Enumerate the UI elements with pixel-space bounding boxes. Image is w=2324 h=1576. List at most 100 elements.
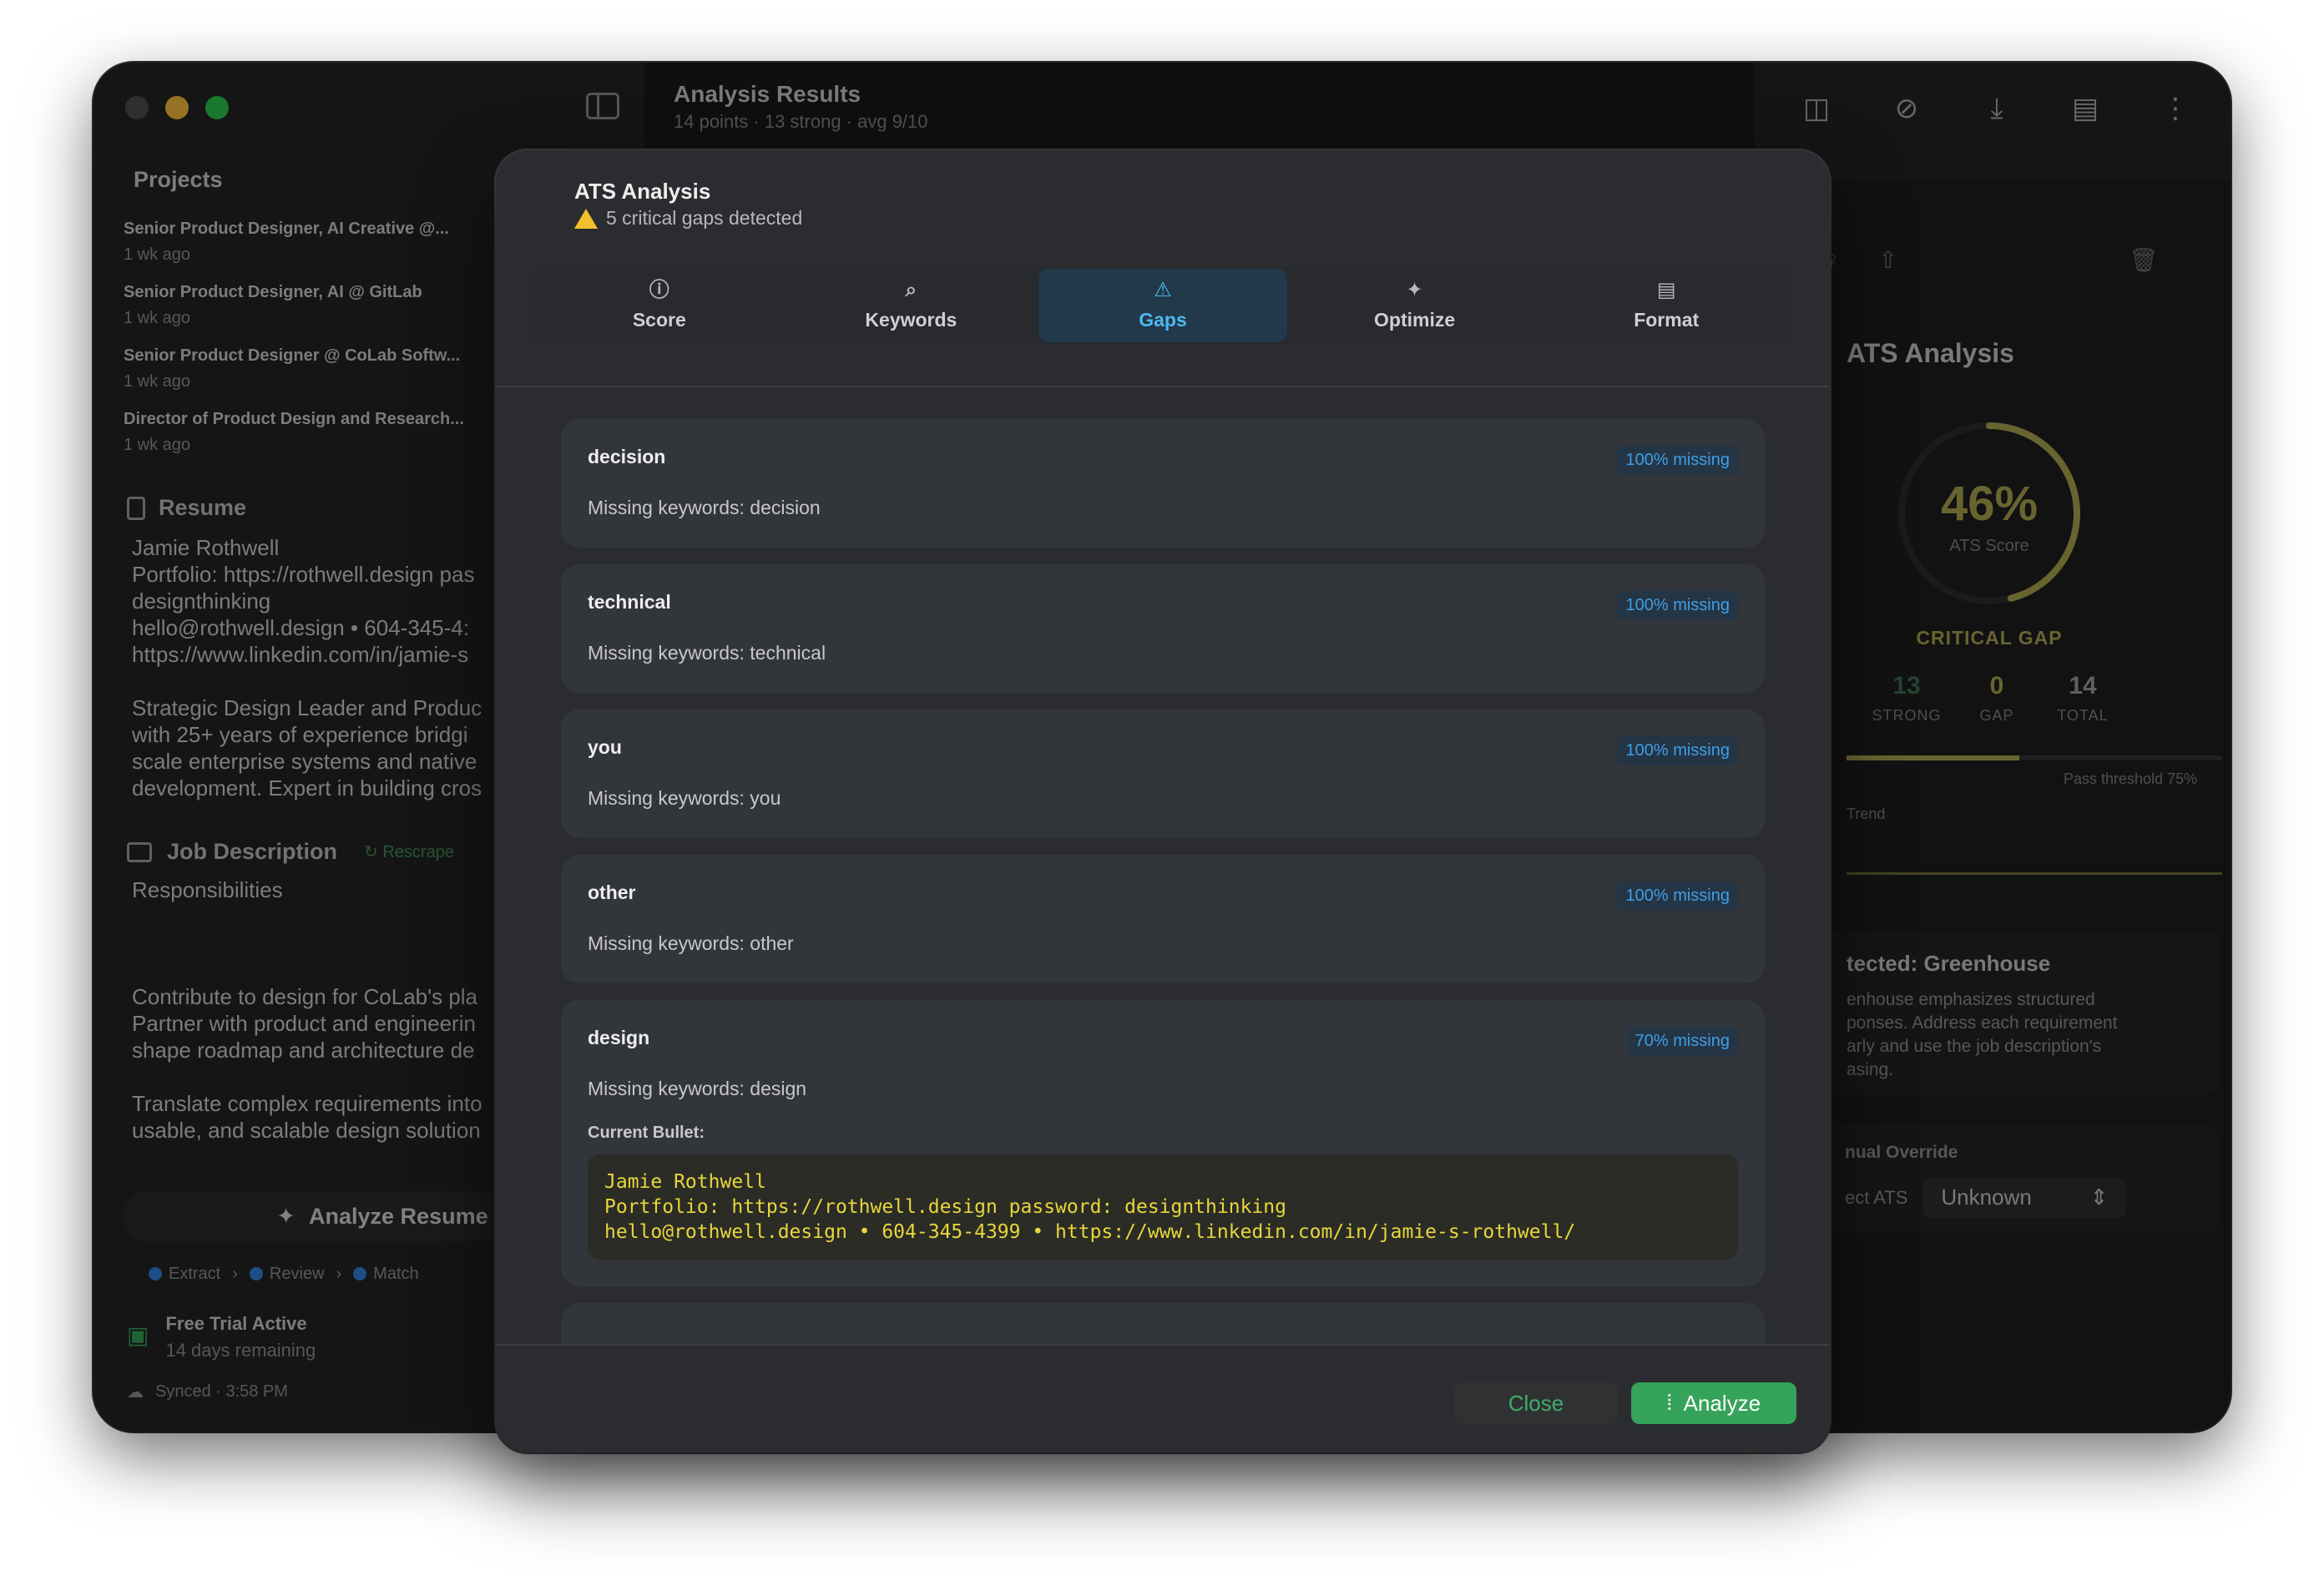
- document-icon: [127, 496, 145, 520]
- share-icon[interactable]: ⇧: [1878, 246, 1897, 274]
- window-controls: [125, 96, 229, 119]
- sidebar-toggle-icon[interactable]: [586, 93, 619, 119]
- check-icon: [353, 1267, 367, 1280]
- gap-card: other 100% missing Missing keywords: oth…: [561, 855, 1765, 983]
- stat-strong: 13 STRONG: [1857, 672, 1957, 725]
- override-label: ect ATS: [1845, 1187, 1908, 1208]
- maximize-window-button[interactable]: [205, 96, 229, 119]
- gap-description: Missing keywords: decision: [588, 497, 821, 518]
- warning-icon: [574, 208, 598, 229]
- sparkle-icon: ✦: [276, 1203, 296, 1229]
- dialog-warning: 5 critical gaps detected: [574, 207, 802, 230]
- gap-title: other: [588, 881, 636, 903]
- tab-gaps[interactable]: ⚠ Gaps: [1038, 269, 1287, 342]
- page-subtitle: 14 points · 13 strong · avg 9/10: [674, 111, 928, 132]
- progress-fill: [1847, 755, 2019, 760]
- waveform-icon: ⦙: [1666, 1390, 1672, 1415]
- step-review: Review: [249, 1265, 325, 1284]
- dialog-title: ATS Analysis: [574, 179, 711, 204]
- resume-title: Resume: [159, 495, 247, 520]
- override-title: nual Override: [1845, 1143, 1958, 1162]
- gap-card: technical 100% missing Missing keywords:…: [561, 564, 1765, 693]
- projects-title: Projects: [134, 167, 223, 192]
- score-percent: 46%: [1940, 477, 2039, 531]
- analyze-button[interactable]: ⦙ Analyze: [1631, 1382, 1796, 1424]
- stat-total: 14 TOTAL: [2045, 672, 2120, 725]
- close-button[interactable]: Close: [1454, 1382, 1618, 1424]
- missing-badge: 100% missing: [1617, 446, 1738, 475]
- score-progress-bar: [1847, 755, 2222, 760]
- search-icon: ⌕: [905, 278, 917, 301]
- step-label: Extract: [169, 1265, 221, 1283]
- gap-description: Missing keywords: technical: [588, 642, 826, 664]
- warning-text: 5 critical gaps detected: [606, 207, 803, 229]
- trial-title: Free Trial Active: [165, 1313, 307, 1334]
- trash-icon[interactable]: 🗑: [2129, 246, 2159, 274]
- analysis-panel: ♀ ⇧ 🗑 ATS Analysis 46% ATS Score CRITICA…: [1780, 179, 2231, 1432]
- stat-label: GAP: [1979, 707, 2014, 724]
- tab-label: Format: [1634, 308, 1700, 331]
- missing-badge: 100% missing: [1617, 591, 1738, 620]
- analyze-resume-label: Analyze Resume: [309, 1203, 488, 1229]
- dialog-footer: Close ⦙ Analyze: [496, 1344, 1830, 1452]
- gap-title: decision: [588, 446, 666, 467]
- pass-threshold: Pass threshold 75%: [2064, 770, 2198, 787]
- dialog-tabs: ⓘ Score ⌕ Keywords ⚠ Gaps ✦ Optimize ▤ F…: [533, 267, 1792, 344]
- gap-card: you 100% missing Missing keywords: you: [561, 710, 1765, 838]
- toolbar: ◫ ⊘ ⤓ ▤ ⋮: [1755, 63, 2231, 179]
- rescrape-label: Rescrape: [382, 843, 454, 861]
- close-window-button[interactable]: [125, 96, 149, 119]
- current-bullet-label: Current Bullet:: [588, 1124, 705, 1142]
- gap-card: decision 100% missing Missing keywords: …: [561, 419, 1765, 548]
- tab-format[interactable]: ▤ Format: [1542, 269, 1791, 342]
- tab-label: Gaps: [1139, 308, 1187, 331]
- tab-score[interactable]: ⓘ Score: [535, 269, 784, 342]
- ats-analysis-dialog: ATS Analysis 5 critical gaps detected ⓘ …: [496, 150, 1830, 1452]
- tab-keywords[interactable]: ⌕ Keywords: [787, 269, 1036, 342]
- document-icon: ▤: [1656, 278, 1676, 301]
- ats-detected-description: enhouse emphasizes structured ponses. Ad…: [1847, 990, 2118, 1079]
- check-icon: [149, 1267, 162, 1280]
- tab-optimize[interactable]: ✦ Optimize: [1291, 269, 1539, 342]
- stat-value: 0: [1989, 672, 2004, 700]
- gaps-list[interactable]: decision 100% missing Missing keywords: …: [561, 419, 1765, 1452]
- panel-title: ATS Analysis: [1847, 338, 2014, 368]
- step-extract: Extract: [149, 1265, 220, 1284]
- ats-select-value: Unknown: [1941, 1185, 2032, 1210]
- split-view-icon[interactable]: ◫: [1800, 93, 1833, 124]
- step-match: Match: [353, 1265, 419, 1284]
- waveform-icon[interactable]: ⋮: [2159, 93, 2192, 124]
- sync-label: Synced · 3:58 PM: [155, 1382, 288, 1401]
- status-badge: CRITICAL GAP: [1916, 627, 2063, 649]
- gap-description: Missing keywords: other: [588, 932, 794, 954]
- minimize-window-button[interactable]: [165, 96, 189, 119]
- gap-title: you: [588, 736, 622, 758]
- gap-title: design: [588, 1027, 650, 1048]
- rescrape-button[interactable]: ↻ Rescrape: [364, 841, 454, 862]
- trial-status[interactable]: ▣ Free Trial Active 14 days remaining: [127, 1313, 316, 1361]
- stat-value: 14: [2069, 672, 2097, 700]
- check-icon: [249, 1267, 263, 1280]
- tab-label: Optimize: [1374, 308, 1456, 331]
- ats-select[interactable]: Unknown ⇕: [1922, 1178, 2127, 1218]
- stat-gap: 0 GAP: [1963, 672, 2030, 725]
- page-title: Analysis Results: [674, 81, 861, 107]
- tab-label: Score: [632, 308, 686, 331]
- divider: [496, 386, 1830, 387]
- download-icon[interactable]: ⤓: [1980, 93, 2013, 124]
- gift-icon: ▣: [127, 1322, 149, 1348]
- compass-icon[interactable]: ⊘: [1890, 93, 1923, 124]
- document-icon[interactable]: ▤: [2069, 93, 2102, 124]
- current-bullet-text: Jamie Rothwell Portfolio: https://rothwe…: [588, 1154, 1738, 1260]
- trend-line: [1847, 872, 2222, 875]
- ats-detected-title: tected: Greenhouse: [1847, 951, 2051, 976]
- missing-badge: 70% missing: [1626, 1027, 1738, 1056]
- cloud-icon: ☁: [127, 1383, 144, 1402]
- gap-title: technical: [588, 591, 671, 613]
- stat-label: TOTAL: [2057, 707, 2109, 724]
- job-description-header: Job Description ↻ Rescrape: [127, 839, 454, 865]
- step-label: Match: [373, 1265, 419, 1283]
- trend-label: Trend: [1847, 806, 1886, 822]
- missing-badge: 100% missing: [1617, 736, 1738, 765]
- stat-label: STRONG: [1872, 707, 1942, 724]
